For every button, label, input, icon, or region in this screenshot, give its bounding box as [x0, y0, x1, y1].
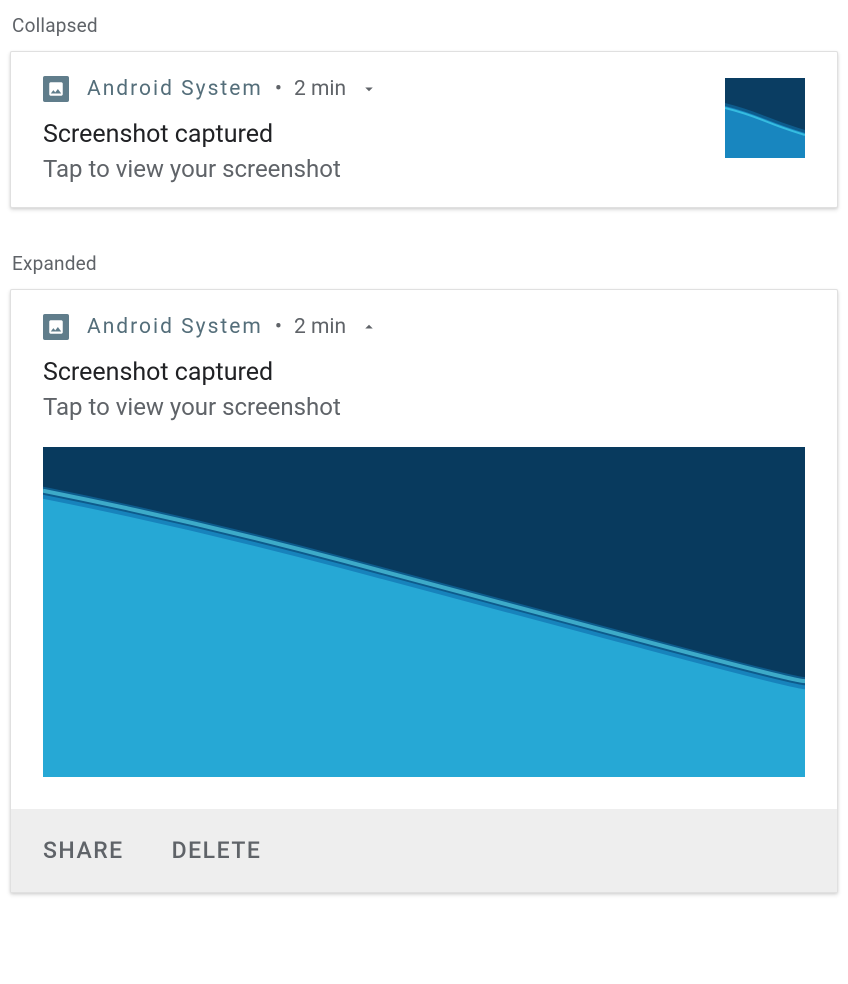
- share-button[interactable]: SHARE: [43, 837, 124, 864]
- delete-button[interactable]: DELETE: [172, 837, 262, 864]
- separator: •: [275, 315, 282, 339]
- image-icon: [43, 76, 69, 102]
- chevron-up-icon[interactable]: [360, 318, 378, 336]
- notification-header: Android System • 2 min: [43, 314, 805, 340]
- app-name: Android System: [87, 77, 263, 101]
- screenshot-large-image: [43, 447, 805, 777]
- notification-body: Screenshot captured Tap to view your scr…: [43, 358, 805, 421]
- notification-subtitle: Tap to view your screenshot: [43, 393, 805, 421]
- notification-card-expanded[interactable]: Android System • 2 min Screenshot captur…: [10, 289, 838, 893]
- screenshot-thumbnail: [725, 78, 805, 158]
- separator: •: [275, 77, 282, 101]
- notification-subtitle: Tap to view your screenshot: [43, 155, 701, 183]
- section-label-expanded: Expanded: [10, 252, 838, 275]
- notification-header: Android System • 2 min: [43, 76, 805, 102]
- notification-card-collapsed[interactable]: Android System • 2 min Screenshot captur…: [10, 51, 838, 208]
- notification-text: Screenshot captured Tap to view your scr…: [43, 358, 805, 421]
- chevron-down-icon[interactable]: [360, 80, 378, 98]
- image-icon: [43, 314, 69, 340]
- notification-text: Screenshot captured Tap to view your scr…: [43, 120, 701, 183]
- timestamp: 2 min: [294, 77, 346, 101]
- section-label-collapsed: Collapsed: [10, 14, 838, 37]
- timestamp: 2 min: [294, 315, 346, 339]
- app-name: Android System: [87, 315, 263, 339]
- action-bar: SHARE DELETE: [11, 809, 837, 892]
- notification-body: Screenshot captured Tap to view your scr…: [43, 120, 805, 183]
- notification-title: Screenshot captured: [43, 358, 805, 387]
- notification-title: Screenshot captured: [43, 120, 701, 149]
